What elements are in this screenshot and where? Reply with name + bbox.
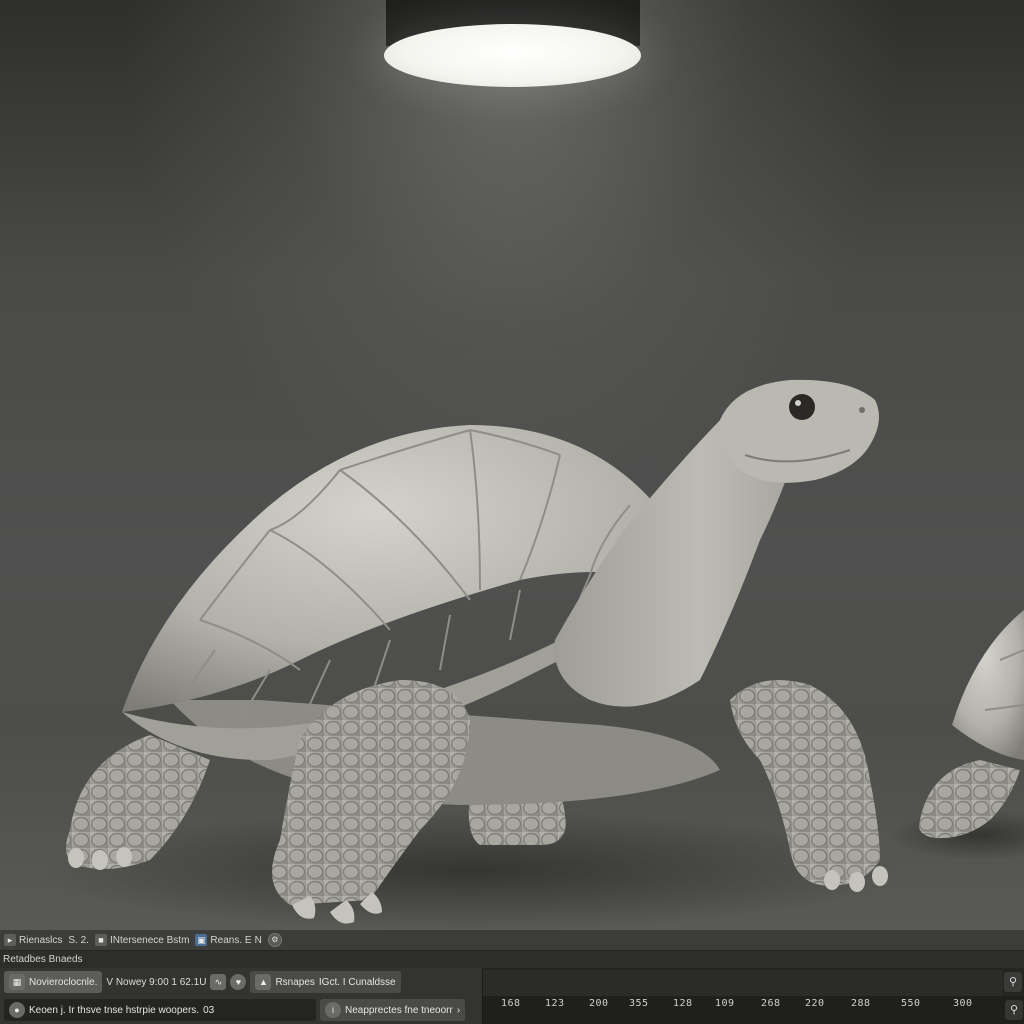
info-text: V Nowey 9:00 1 62.1U: [106, 976, 207, 988]
record-icon: ●: [9, 1002, 25, 1018]
status-field[interactable]: ● Keoen j. Ir thsve tnse hstrpie woopers…: [4, 999, 316, 1021]
ruler-tick: 220: [805, 998, 825, 1009]
ruler-tick: 200: [589, 998, 609, 1009]
status-item-1[interactable]: ▸ Rienaslcs: [4, 934, 62, 946]
tool-area: ▦ Novieroclocnle. V Nowey 9:00 1 62.1U ∿…: [0, 968, 482, 1024]
3d-viewport[interactable]: [0, 0, 1024, 930]
hint-label: Neapprectes fne tneoorr: [345, 1004, 453, 1016]
hint-button[interactable]: i Neapprectes fne tneoorr ›: [320, 999, 466, 1021]
props-button[interactable]: ▲ Rsnapes IGct. I Cunaldsse: [250, 971, 401, 993]
ruler-tick: 300: [953, 998, 973, 1009]
arrow-icon: ▸: [4, 934, 16, 946]
status-strip: ▸ Rienaslcs S. 2. ■ INtersenece Bstm ▣ R…: [0, 930, 1024, 950]
ruler-tick: 550: [901, 998, 921, 1009]
status-label: Reans. E: [210, 934, 252, 946]
status-number: 03: [203, 1004, 215, 1016]
timeline-ruler[interactable]: 168 123 200 355 128 109 268 220 288 550 …: [483, 996, 1024, 1024]
status-label: INtersenece Bstm: [109, 934, 190, 946]
status-label: S. 2.: [68, 934, 89, 946]
ruler-tick: 168: [501, 998, 521, 1009]
ruler-tick: 288: [851, 998, 871, 1009]
status-label: N: [254, 934, 262, 946]
toolbar-row-2: ● Keoen j. Ir thsve tnse hstrpie woopers…: [0, 996, 482, 1024]
grid-icon: ▦: [9, 974, 25, 990]
pin-icon[interactable]: ⚲: [1005, 1000, 1023, 1020]
ruler-tick: 128: [673, 998, 693, 1009]
status-text: Keoen j. Ir thsve tnse hstrpie woopers.: [29, 1004, 200, 1016]
image-icon: ▣: [195, 934, 208, 946]
ruler-tick: 355: [629, 998, 649, 1009]
panel-title: Retadbes Bnaeds: [3, 954, 83, 965]
timeline[interactable]: ⚲ 168 123 200 355 128 109 268 220 288 55…: [482, 968, 1024, 1024]
scene-icon: ■: [94, 934, 107, 946]
info-icon: i: [325, 1002, 341, 1018]
pin-icon[interactable]: ⚲: [1004, 972, 1022, 992]
curve-icon[interactable]: ∿: [210, 974, 227, 990]
panel-header: Retadbes Bnaeds: [0, 950, 1024, 968]
ruler-tick: 123: [545, 998, 565, 1009]
timeline-track[interactable]: [483, 970, 1003, 996]
props-label: Rsnapes: [275, 976, 315, 988]
lock-icon: ▲: [255, 974, 272, 990]
ruler-tick: 109: [715, 998, 735, 1009]
status-item-4[interactable]: ▣ Reans. E N: [195, 934, 262, 946]
toolbar-row-1: ▦ Novieroclocnle. V Nowey 9:00 1 62.1U ∿…: [0, 968, 482, 996]
status-label: Rienaslcs: [19, 934, 63, 946]
settings-icon[interactable]: ⚙: [267, 933, 282, 947]
ruler-tick: 268: [761, 998, 781, 1009]
status-item-2: S. 2.: [68, 935, 89, 946]
props-info: IGct. I Cunaldsse: [318, 976, 396, 988]
scene-render: [40, 379, 1024, 930]
status-item-3[interactable]: ■ INtersenece Bstm: [94, 934, 190, 946]
heart-icon[interactable]: ♥: [230, 974, 247, 990]
chevron-right-icon: ›: [456, 1004, 461, 1016]
mode-button[interactable]: ▦ Novieroclocnle.: [4, 971, 103, 993]
mode-label: Novieroclocnle.: [29, 976, 98, 988]
bottom-panel: ▦ Novieroclocnle. V Nowey 9:00 1 62.1U ∿…: [0, 968, 1024, 1024]
